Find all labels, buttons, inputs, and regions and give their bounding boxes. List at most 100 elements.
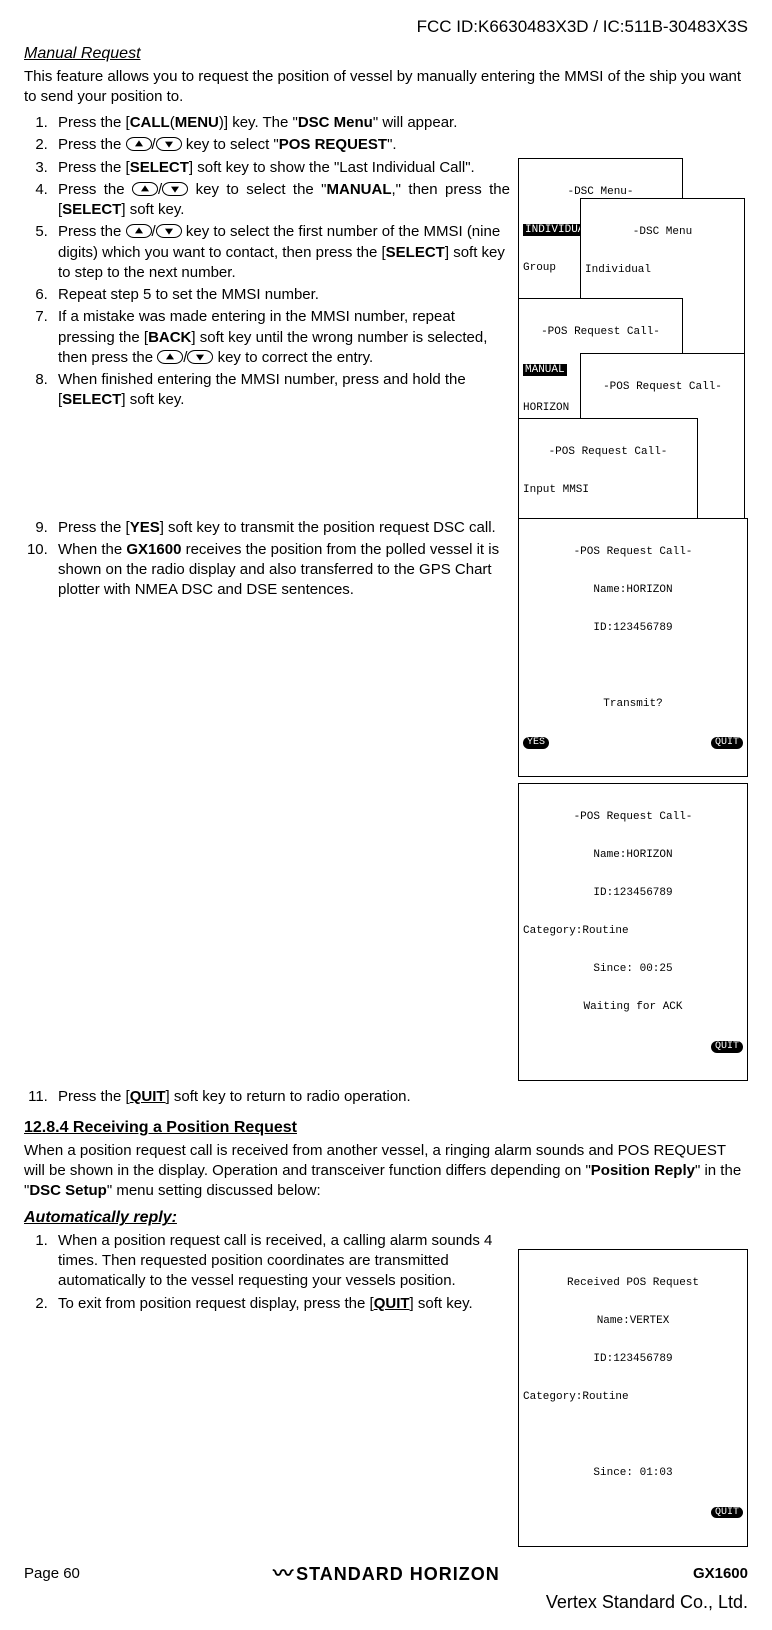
down-key-icon <box>187 350 213 364</box>
txt: ] soft key to return to radio operation. <box>166 1088 411 1105</box>
auto-step-2: To exit from position request display, p… <box>52 1294 510 1314</box>
dsc-menu: DSC Menu <box>298 114 373 131</box>
txt: To exit from position request display, p… <box>58 1295 374 1312</box>
txt: Press the <box>58 136 126 153</box>
txt: ] soft key to show the "Last Individual … <box>189 159 475 176</box>
lcd-title: -POS Request Call- <box>523 446 693 459</box>
lcd-line: Since: 01:03 <box>523 1467 743 1480</box>
lcd-line: Name:VERTEX <box>523 1315 743 1328</box>
lcd-transmit-confirm: -POS Request Call- Name:HORIZON ID:12345… <box>518 518 748 778</box>
down-key-icon <box>156 137 182 151</box>
lcd-line: ID:123456789 <box>523 887 743 900</box>
dsc-setup: DSC Setup <box>29 1182 107 1199</box>
receiving-intro: When a position request call is received… <box>24 1141 748 1202</box>
txt: ] soft key. <box>121 201 184 218</box>
select-key: SELECT <box>130 159 189 176</box>
step-1: Press the [CALL(MENU)] key. The "DSC Men… <box>52 113 748 133</box>
quit-key: QUIT <box>130 1088 166 1105</box>
select-key: SELECT <box>62 391 121 408</box>
lcd-soft-quit: QUIT <box>711 737 743 749</box>
step-7: If a mistake was made entering in the MM… <box>52 307 510 368</box>
txt: ] soft key to transmit the position requ… <box>160 519 496 536</box>
txt: Press the [ <box>58 519 130 536</box>
lcd-title: Received POS Request <box>523 1277 743 1290</box>
lcd-line: Name:HORIZON <box>523 584 743 597</box>
company-name: Vertex Standard Co., Ltd. <box>24 1590 748 1614</box>
step-10: When the GX1600 receives the position fr… <box>52 540 510 601</box>
lcd-title: -POS Request Call- <box>585 381 740 394</box>
down-key-icon <box>162 182 188 196</box>
up-key-icon <box>126 224 152 238</box>
down-key-icon <box>156 224 182 238</box>
lcd-received-pos-req: Received POS Request Name:VERTEX ID:1234… <box>518 1249 748 1547</box>
step-8: When finished entering the MMSI number, … <box>52 370 510 411</box>
lcd-line: Category:Routine <box>523 1391 743 1404</box>
txt: ] soft key. <box>410 1295 473 1312</box>
pos-request: POS REQUEST <box>279 136 387 153</box>
model-number: GX1600 <box>693 1564 748 1584</box>
brand-text: STANDARD HORIZON <box>296 1564 500 1584</box>
txt: Press the [ <box>58 159 130 176</box>
lcd-line: Name:HORIZON <box>523 849 743 862</box>
wave-icon: 〰 <box>273 1563 290 1585</box>
quit-key: QUIT <box>374 1295 410 1312</box>
manual-request-title: Manual Request <box>24 43 748 65</box>
pos-reply: Position Reply <box>591 1162 695 1179</box>
step-4: Press the / key to select the "MANUAL," … <box>52 180 510 221</box>
model: GX1600 <box>126 541 181 558</box>
txt: Press the <box>58 181 132 198</box>
txt: ] soft key. <box>121 391 184 408</box>
brand-logo: 〰 STANDARD HORIZON <box>273 1561 500 1588</box>
lcd-line: Input MMSI <box>523 484 693 497</box>
lcd-line: Category:Routine <box>523 925 743 938</box>
lcd-line: Since: 00:25 <box>523 963 743 976</box>
up-key-icon <box>126 137 152 151</box>
step-3: Press the [SELECT] soft key to show the … <box>52 158 510 178</box>
auto-reply-title: Automatically reply: <box>24 1207 748 1229</box>
txt: Press the <box>58 223 126 240</box>
txt: " will appear. <box>373 114 458 131</box>
txt: key to select " <box>182 136 279 153</box>
lcd-line: Individual <box>585 264 740 277</box>
manual-opt: MANUAL <box>327 181 392 198</box>
fcc-id: FCC ID:K6630483X3D / IC:511B-30483X3S <box>24 16 748 39</box>
page-number: Page 60 <box>24 1564 80 1584</box>
txt: " menu setting discussed below: <box>107 1182 321 1199</box>
txt: key to select the " <box>188 181 326 198</box>
manual-request-intro: This feature allows you to request the p… <box>24 67 748 108</box>
lcd-title: -DSC Menu <box>585 226 740 239</box>
lcd-soft-quit: QUIT <box>711 1507 743 1519</box>
txt: key to correct the entry. <box>213 349 373 366</box>
lcd-soft-quit: QUIT <box>711 1041 743 1053</box>
lcd-line: Transmit? <box>523 698 743 711</box>
step-6: Repeat step 5 to set the MMSI number. <box>52 285 510 305</box>
up-key-icon <box>157 350 183 364</box>
lcd-waiting-ack: -POS Request Call- Name:HORIZON ID:12345… <box>518 783 748 1081</box>
lcd-title: -POS Request Call- <box>523 811 743 824</box>
lcd-line: Waiting for ACK <box>523 1001 743 1014</box>
up-key-icon <box>132 182 158 196</box>
lcd-title: -POS Request Call- <box>523 546 743 559</box>
lcd-title: -POS Request Call- <box>523 326 678 339</box>
select-key: SELECT <box>386 244 445 261</box>
auto-step-1: When a position request call is received… <box>52 1231 510 1292</box>
receiving-heading: 12.8.4 Receiving a Position Request <box>24 1117 748 1139</box>
step-11: Press the [QUIT] soft key to return to r… <box>52 1087 748 1107</box>
select-key: SELECT <box>62 201 121 218</box>
call-key: CALL <box>130 114 170 131</box>
step-2: Press the / key to select "POS REQUEST". <box>52 135 748 155</box>
back-key: BACK <box>148 329 191 346</box>
lcd-line: MANUAL <box>523 364 567 377</box>
txt: ". <box>387 136 397 153</box>
lcd-soft-yes: YES <box>523 737 549 749</box>
txt: Press the [ <box>58 1088 130 1105</box>
step-5: Press the / key to select the first numb… <box>52 222 510 283</box>
lcd-line: ID:123456789 <box>523 622 743 635</box>
txt: When the <box>58 541 126 558</box>
yes-key: YES <box>130 519 160 536</box>
menu-key: MENU <box>175 114 219 131</box>
txt: ] key. The " <box>224 114 298 131</box>
lcd-line: ID:123456789 <box>523 1353 743 1366</box>
txt: Press the [ <box>58 114 130 131</box>
step-9: Press the [YES] soft key to transmit the… <box>52 518 510 538</box>
